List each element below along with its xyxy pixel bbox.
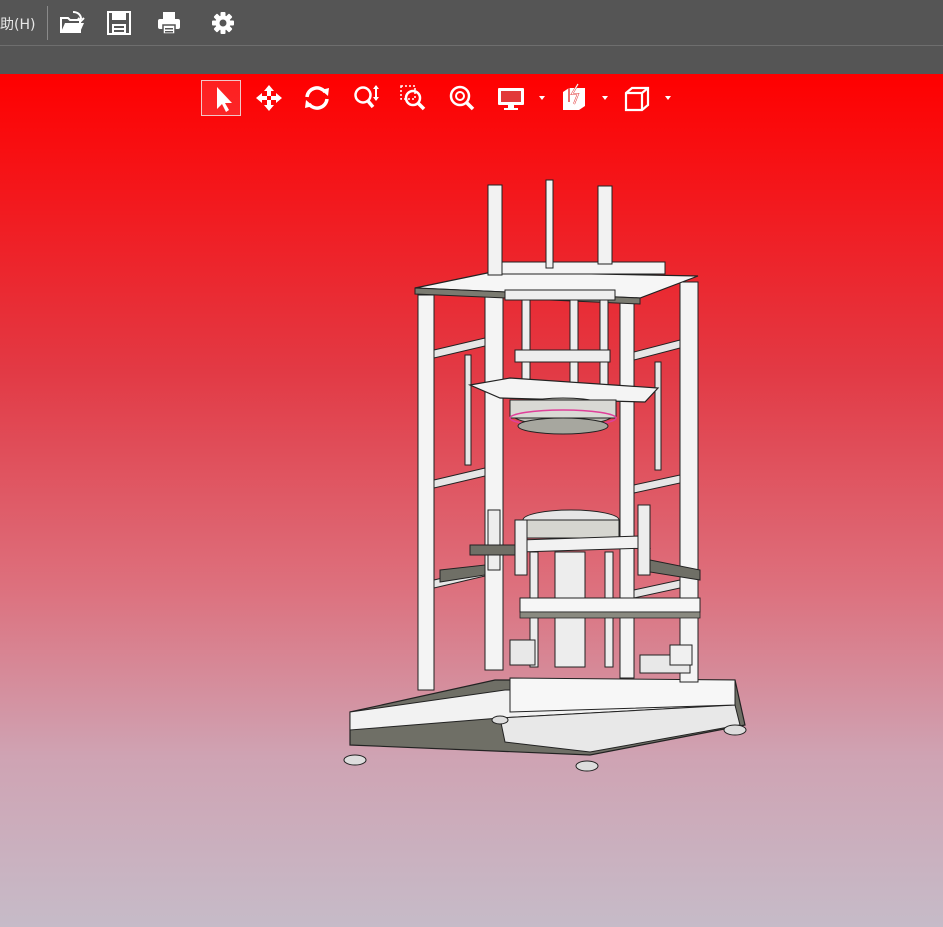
menu-separator [47,6,48,40]
gear-icon[interactable] [209,9,237,37]
menu-bar: 助(H) [0,0,943,46]
3d-viewport[interactable] [0,74,943,927]
secondary-bar [0,46,943,74]
save-icon[interactable] [105,9,133,37]
open-folder-icon[interactable] [58,9,86,37]
print-icon[interactable] [155,9,183,37]
3d-machine-model[interactable] [0,74,943,927]
menu-help[interactable]: 助(H) [0,14,35,34]
